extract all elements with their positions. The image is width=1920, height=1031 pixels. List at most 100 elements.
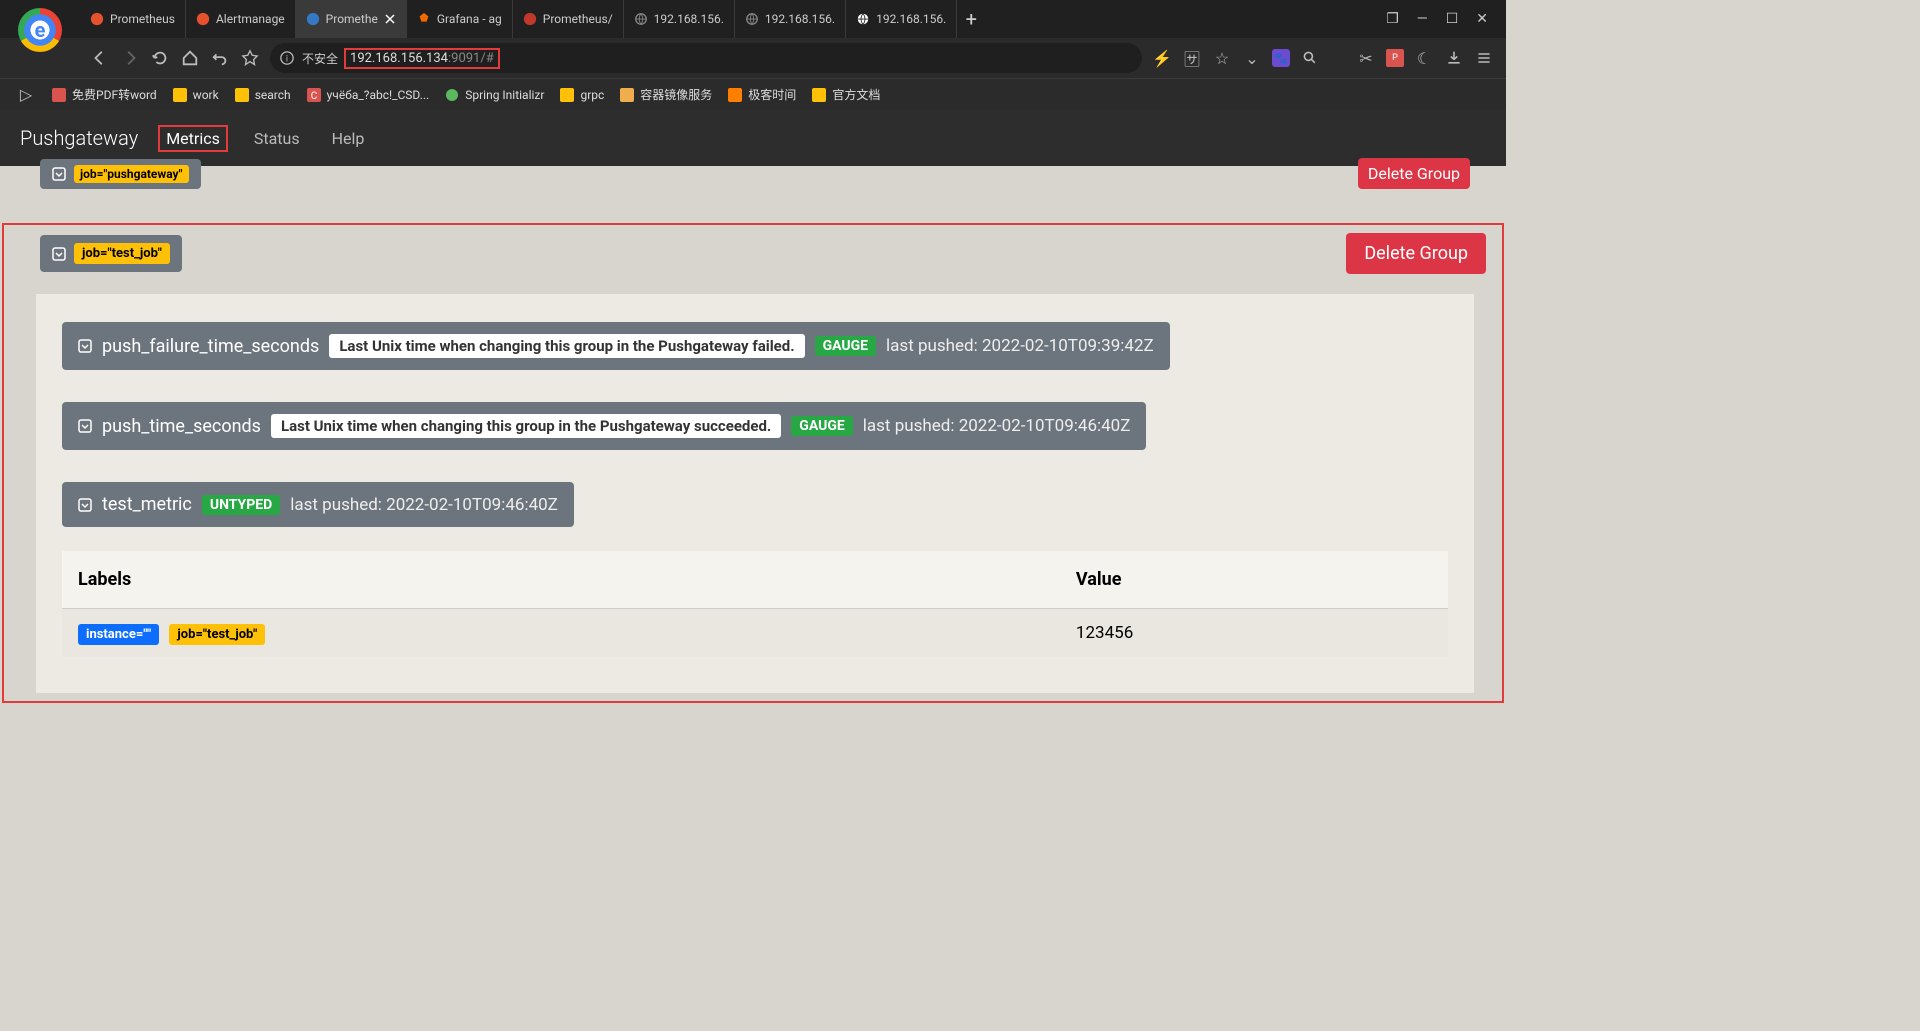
dark-mode-icon[interactable]: ☾	[1414, 48, 1434, 68]
metric-push-time[interactable]: push_time_seconds Last Unix time when ch…	[62, 402, 1146, 450]
globe-icon	[634, 12, 648, 26]
expand-icon	[52, 247, 66, 261]
partial-prev-group: job="pushgateway" Delete Group	[0, 158, 1506, 189]
tab-ip-2[interactable]: 192.168.156.	[735, 0, 846, 38]
tab-grafana[interactable]: Grafana - ag	[407, 0, 513, 38]
bookmark-grpc[interactable]: grpc	[560, 88, 604, 102]
minimize-icon[interactable]: —	[1417, 11, 1428, 27]
scissors-icon[interactable]: ✂	[1356, 48, 1376, 68]
job-tag: job="test_job"	[74, 243, 170, 264]
chevron-down-icon[interactable]: ⌄	[1242, 48, 1262, 68]
label-instance: instance=""	[78, 624, 159, 645]
browser-chrome: Prometheus Alertmanage Promethe Grafana …	[0, 0, 1506, 110]
bolt-icon[interactable]: ⚡	[1152, 48, 1172, 68]
prometheus-icon	[523, 12, 537, 26]
maximize-icon[interactable]: ☐	[1446, 11, 1459, 27]
collapse-icon	[78, 419, 92, 433]
label-job: job="test_job"	[169, 624, 265, 645]
undo-icon[interactable]	[210, 48, 230, 68]
tab-prometheus[interactable]: Prometheus	[80, 0, 186, 38]
group-pushgateway-collapsed[interactable]: job="pushgateway"	[40, 159, 201, 189]
collapse-icon	[78, 498, 92, 512]
svg-text:C: C	[310, 91, 317, 102]
tab-ip-3[interactable]: 192.168.156.	[846, 0, 957, 38]
url-host: 192.168.156.134	[350, 51, 448, 66]
pdf-ext-icon[interactable]: P	[1386, 49, 1404, 67]
close-window-icon[interactable]: ✕	[1476, 11, 1488, 27]
brand-label: Pushgateway	[20, 126, 138, 150]
tab-label: Prometheus/	[543, 12, 613, 26]
metric-name: test_metric	[102, 494, 192, 515]
bookmark-label: 官方文档	[832, 86, 880, 103]
cell-labels: instance="" job="test_job"	[62, 609, 1060, 658]
bookmark-spring[interactable]: Spring Initializr	[445, 88, 544, 102]
bookmark-star-icon[interactable]: ☆	[1212, 48, 1232, 68]
menu-icon[interactable]	[1474, 48, 1494, 68]
group-test-job-toggle[interactable]: job="test_job"	[40, 235, 182, 272]
tab-prometheus-docs[interactable]: Prometheus/	[513, 0, 624, 38]
tab-label: Alertmanage	[216, 12, 285, 26]
tab-label: 192.168.156.	[654, 12, 724, 26]
close-icon[interactable]	[384, 13, 396, 25]
reload-icon[interactable]	[150, 48, 170, 68]
tab-label: Prometheus	[110, 12, 175, 26]
navigation-bar: i 不安全 192.168.156.134:9091/# ⚡ 🈂 ☆ ⌄ 🐾 ✂…	[0, 38, 1506, 78]
tab-label: Promethe	[326, 12, 378, 26]
address-bar[interactable]: i 不安全 192.168.156.134:9091/#	[270, 43, 1142, 73]
home-icon[interactable]	[180, 48, 200, 68]
metric-help: Last Unix time when changing this group …	[329, 334, 804, 358]
new-tab-button[interactable]: +	[957, 5, 985, 33]
metric-type-badge: GAUGE	[815, 336, 876, 356]
collapse-icon	[78, 339, 92, 353]
nav-status[interactable]: Status	[248, 127, 306, 150]
search-icon[interactable]	[1300, 48, 1320, 68]
metric-test-metric[interactable]: test_metric UNTYPED last pushed: 2022-02…	[62, 482, 574, 527]
bookmark-csd[interactable]: Cучёба_?abc!_CSD...	[307, 88, 430, 102]
tab-overview-icon[interactable]: ❐	[1386, 11, 1399, 27]
tab-pushgateway-active[interactable]: Promethe	[296, 0, 407, 38]
bookmark-work[interactable]: work	[173, 88, 219, 102]
bookmark-geek[interactable]: 极客时间	[728, 86, 796, 103]
tab-alertmanager[interactable]: Alertmanage	[186, 0, 296, 38]
bookmark-label: 免费PDF转word	[72, 86, 157, 103]
back-icon[interactable]	[90, 48, 110, 68]
nav-metrics[interactable]: Metrics	[158, 125, 228, 152]
apps-icon[interactable]	[1330, 50, 1346, 66]
star-icon[interactable]	[240, 48, 260, 68]
bookmark-label: Spring Initializr	[465, 88, 544, 102]
metric-pushed: last pushed: 2022-02-10T09:39:42Z	[886, 336, 1154, 356]
translate-icon[interactable]: 🈂	[1182, 48, 1202, 68]
table-row: instance="" job="test_job" 123456	[62, 609, 1448, 658]
prometheus-icon	[196, 12, 210, 26]
expand-icon	[52, 167, 66, 181]
delete-group-button-partial[interactable]: Delete Group	[1358, 158, 1470, 189]
forward-icon[interactable]	[120, 48, 140, 68]
expand-bookmarks-icon[interactable]: ▷	[16, 85, 36, 105]
url-text: 192.168.156.134:9091/#	[344, 48, 500, 69]
prometheus-icon	[90, 12, 104, 26]
page-viewport[interactable]: Pushgateway Metrics Status Help job="pus…	[0, 110, 1506, 808]
metric-push-failure[interactable]: push_failure_time_seconds Last Unix time…	[62, 322, 1170, 370]
nav-help[interactable]: Help	[326, 127, 371, 150]
info-icon: i	[280, 51, 294, 65]
download-icon[interactable]	[1444, 48, 1464, 68]
metric-pushed: last pushed: 2022-02-10T09:46:40Z	[863, 416, 1131, 436]
job-tag: job="pushgateway"	[74, 165, 189, 183]
col-value: Value	[1060, 551, 1448, 609]
bookmark-search[interactable]: search	[235, 88, 291, 102]
tab-ip-1[interactable]: 192.168.156.	[624, 0, 735, 38]
window-controls: ❐ — ☐ ✕	[1368, 11, 1506, 27]
paw-icon[interactable]: 🐾	[1272, 49, 1290, 67]
bookmark-label: search	[255, 88, 291, 102]
bookmark-label: 极客时间	[748, 86, 796, 103]
delete-group-button[interactable]: Delete Group	[1346, 233, 1486, 274]
tab-label: Grafana - ag	[437, 12, 502, 26]
cell-value: 123456	[1060, 609, 1448, 658]
security-label: 不安全	[302, 50, 338, 67]
bookmark-docs[interactable]: 官方文档	[812, 86, 880, 103]
metric-name: push_time_seconds	[102, 416, 261, 437]
bookmark-container[interactable]: 容器镜像服务	[620, 86, 712, 103]
bookmark-pdf[interactable]: 免费PDF转word	[52, 86, 157, 103]
bookmark-label: 容器镜像服务	[640, 86, 712, 103]
metric-pushed: last pushed: 2022-02-10T09:46:40Z	[290, 495, 558, 515]
